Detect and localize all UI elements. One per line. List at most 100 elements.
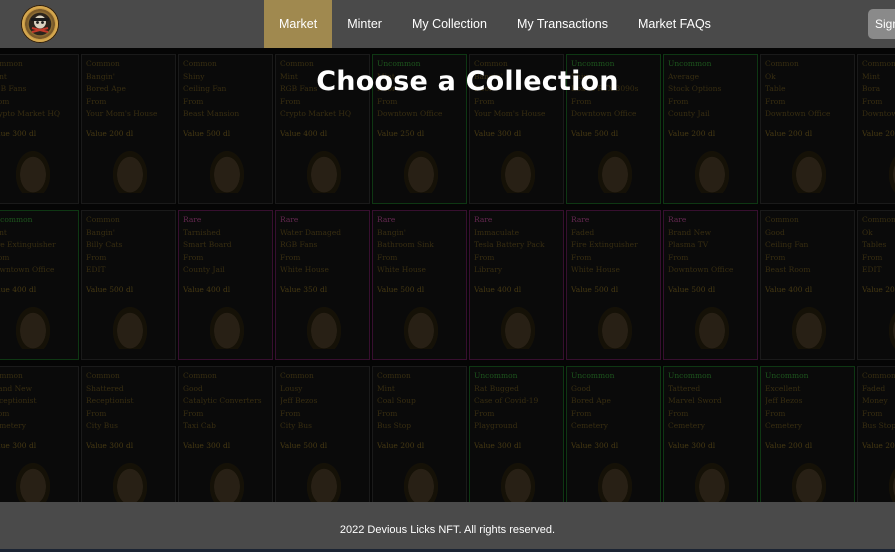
card-detail-line: From [280,408,301,418]
card-detail-line: Mint [377,383,395,393]
nav-tab-my-collection[interactable]: My Collection [397,0,502,48]
card-value: Value 300 dl [0,128,37,138]
card-rarity: Uncommon [668,371,712,380]
nft-card[interactable]: Common Faded Money From Bus Stop Value 200 dl [857,366,895,502]
nft-card[interactable]: Uncommon Mint Fire Extinguisher From Downtow… [0,210,79,360]
card-detail-line: White House [571,265,620,274]
card-detail-line: Crypto Market HQ [0,109,61,118]
card-rarity: Common [86,371,120,380]
card-detail-line: From [280,96,301,106]
card-detail-line: Rat Bugged [474,383,519,393]
card-detail-line: Tesla Battery Pack [474,240,545,249]
nav-tab-my-transactions[interactable]: My Transactions [502,0,623,48]
card-detail-line: Cemetery [0,421,27,430]
card-detail-line: Downtown [862,109,895,118]
card-detail-line: County Jail [183,265,225,274]
nft-card[interactable]: Rare Immaculate Tesla Battery Pack From Libr… [469,210,564,360]
card-value: Value 200 dl [765,440,813,450]
card-detail-line: From [474,96,495,106]
card-detail-line: Jeff Bezos [280,396,318,405]
card-detail-line: Cemetery [571,421,609,430]
card-detail-line: Immaculate [474,227,520,237]
card-rarity: Rare [571,215,590,224]
card-value: Value 300 dl [571,440,619,450]
card-detail-line: From [86,252,107,262]
card-rarity: Rare [474,215,493,224]
nft-card[interactable]: Common Mint Coal Soup From Bus Stop Value 200… [372,366,467,502]
brand-logo-icon[interactable] [21,5,59,43]
card-detail-line: From [183,96,204,106]
card-value: Value 400 dl [765,284,813,294]
card-detail-line: Cemetery [765,421,803,430]
nav-tab-market-faqs[interactable]: Market FAQs [623,0,726,48]
sign-in-button[interactable]: Sign [868,9,895,39]
card-rarity: Common [280,371,314,380]
card-detail-line: Bangin' [86,227,115,237]
nft-card[interactable]: Common Lousy Jeff Bezos From City Bus Value 5… [275,366,370,502]
card-detail-line: From [571,252,592,262]
card-item-image [886,147,895,193]
card-value: Value 200 dl [862,284,895,294]
main-nav: Market Minter My Collection My Transacti… [264,0,726,48]
card-item-image [595,459,635,502]
card-detail-line: Marvel Sword [668,396,722,405]
card-item-image [692,303,732,349]
card-detail-line: Ceiling Fan [765,240,809,249]
card-value: Value 400 dl [280,128,328,138]
card-item-image [498,147,538,193]
card-detail-line: Plasma TV [668,240,709,249]
card-detail-line: Cemetery [668,421,706,430]
card-detail-line: From [668,96,689,106]
nft-card[interactable]: Common Ok Tables From EDIT Value 200 dl [857,210,895,360]
card-item-image [401,147,441,193]
card-detail-line: Catalytic Converters [183,396,262,405]
card-value: Value 250 dl [377,128,425,138]
nft-card[interactable]: Uncommon Tattered Marvel Sword From Cemetery… [663,366,758,502]
nft-card[interactable]: Rare Faded Fire Extinguisher From White Hous… [566,210,661,360]
nft-card[interactable]: Common Good Catalytic Converters From Taxi C… [178,366,273,502]
nav-tab-market[interactable]: Market [264,0,333,48]
card-value: Value 200 dl [862,128,895,138]
page-title: Choose a Collection [316,66,619,97]
card-detail-line: Downtown Office [668,265,734,274]
nft-card[interactable]: Uncommon Good Bored Ape From Cemetery Value 3… [566,366,661,502]
card-rarity: Rare [377,215,396,224]
nft-card[interactable]: Rare Bangin' Bathroom Sink From White House V… [372,210,467,360]
card-detail-line: From [0,96,10,106]
card-rarity: Common [765,215,799,224]
nft-card[interactable]: Uncommon Excellent Jeff Bezos From Cemetery V… [760,366,855,502]
card-detail-line: Your Mom's House [86,109,158,118]
card-value: Value 500 dl [668,284,716,294]
card-item-image [110,147,150,193]
nft-card[interactable]: Uncommon Rat Bugged Case of Covid-19 From Pl… [469,366,564,502]
card-rarity: Rare [183,215,202,224]
card-rarity: Common [862,215,895,224]
card-detail-line: Coal Soup [377,396,416,405]
card-item-image [789,303,829,349]
card-value: Value 300 dl [0,440,37,450]
card-detail-line: Receptionist [86,396,134,405]
nav-tab-minter[interactable]: Minter [332,0,397,48]
card-item-image [304,459,344,502]
card-detail-line: Ok [862,227,873,237]
card-detail-line: From [765,408,786,418]
card-detail-line: White House [377,265,426,274]
card-detail-line: From [377,408,398,418]
card-rarity: Uncommon [571,371,615,380]
card-detail-line: From [183,252,204,262]
nft-card[interactable]: Common Bangin' Billy Cats From EDIT Value 500… [81,210,176,360]
nft-card[interactable]: Common Good Ceiling Fan From Beast Room Value… [760,210,855,360]
nft-card[interactable]: Rare Water Damaged RGB Fans From White House… [275,210,370,360]
card-item-image [595,147,635,193]
card-detail-line: From [377,96,398,106]
card-value: Value 300 dl [183,440,231,450]
card-detail-line: Mint [0,227,7,237]
card-item-image [789,147,829,193]
card-value: Value 500 dl [377,284,425,294]
card-detail-line: From [571,408,592,418]
nft-card[interactable]: Rare Brand New Plasma TV From Downtown Offic… [663,210,758,360]
nft-card[interactable]: Common Shattered Receptionist From City Bus V… [81,366,176,502]
card-value: Value 300 dl [474,440,522,450]
nft-card[interactable]: Common Brand New Receptionist From Cemetery V… [0,366,79,502]
nft-card[interactable]: Rare Tarnished Smart Board From County Jail V… [178,210,273,360]
